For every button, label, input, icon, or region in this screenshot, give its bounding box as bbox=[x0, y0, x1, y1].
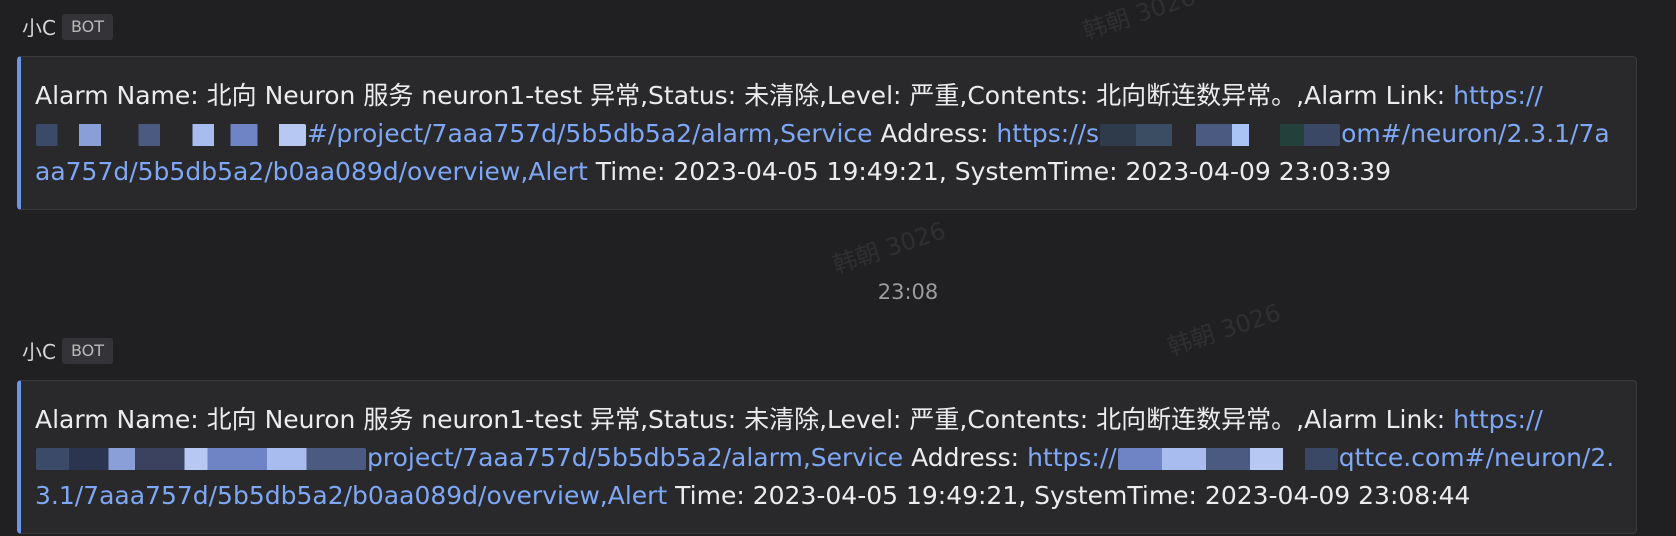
redacted-region bbox=[36, 448, 366, 470]
message-text: Address: bbox=[903, 443, 1028, 472]
watermark: 韩朝 3026 bbox=[1079, 0, 1199, 46]
sender-name[interactable]: 小C bbox=[22, 12, 56, 41]
redacted-region bbox=[1100, 124, 1341, 146]
message-header: 小C BOT bbox=[22, 336, 114, 365]
message-card: Alarm Name: 北向 Neuron 服务 neuron1-test 异常… bbox=[17, 380, 1637, 534]
redacted-region bbox=[1117, 448, 1338, 470]
watermark: 韩朝 3026 bbox=[829, 216, 949, 280]
message-text: Time: 2023-04-05 19:49:21, SystemTime: 2… bbox=[667, 481, 1471, 510]
redacted-region bbox=[36, 124, 306, 146]
message-text: Alarm Name: 北向 Neuron 服务 neuron1-test 异常… bbox=[35, 81, 1454, 110]
message-text: Address: bbox=[872, 119, 997, 148]
message-text: Time: 2023-04-05 19:49:21, SystemTime: 2… bbox=[587, 157, 1392, 186]
message-header: 小C BOT bbox=[22, 12, 114, 41]
bot-badge: BOT bbox=[61, 337, 114, 364]
message-text: Alarm Name: 北向 Neuron 服务 neuron1-test 异常… bbox=[35, 405, 1454, 434]
bot-badge: BOT bbox=[61, 13, 114, 40]
time-divider: 23:08 bbox=[877, 280, 939, 304]
sender-name[interactable]: 小C bbox=[22, 336, 56, 365]
message-card: Alarm Name: 北向 Neuron 服务 neuron1-test 异常… bbox=[17, 56, 1637, 210]
chat-panel: 韩朝 3026 韩朝 3026 韩朝 3026 小C BOT Alarm Nam… bbox=[0, 0, 1676, 536]
